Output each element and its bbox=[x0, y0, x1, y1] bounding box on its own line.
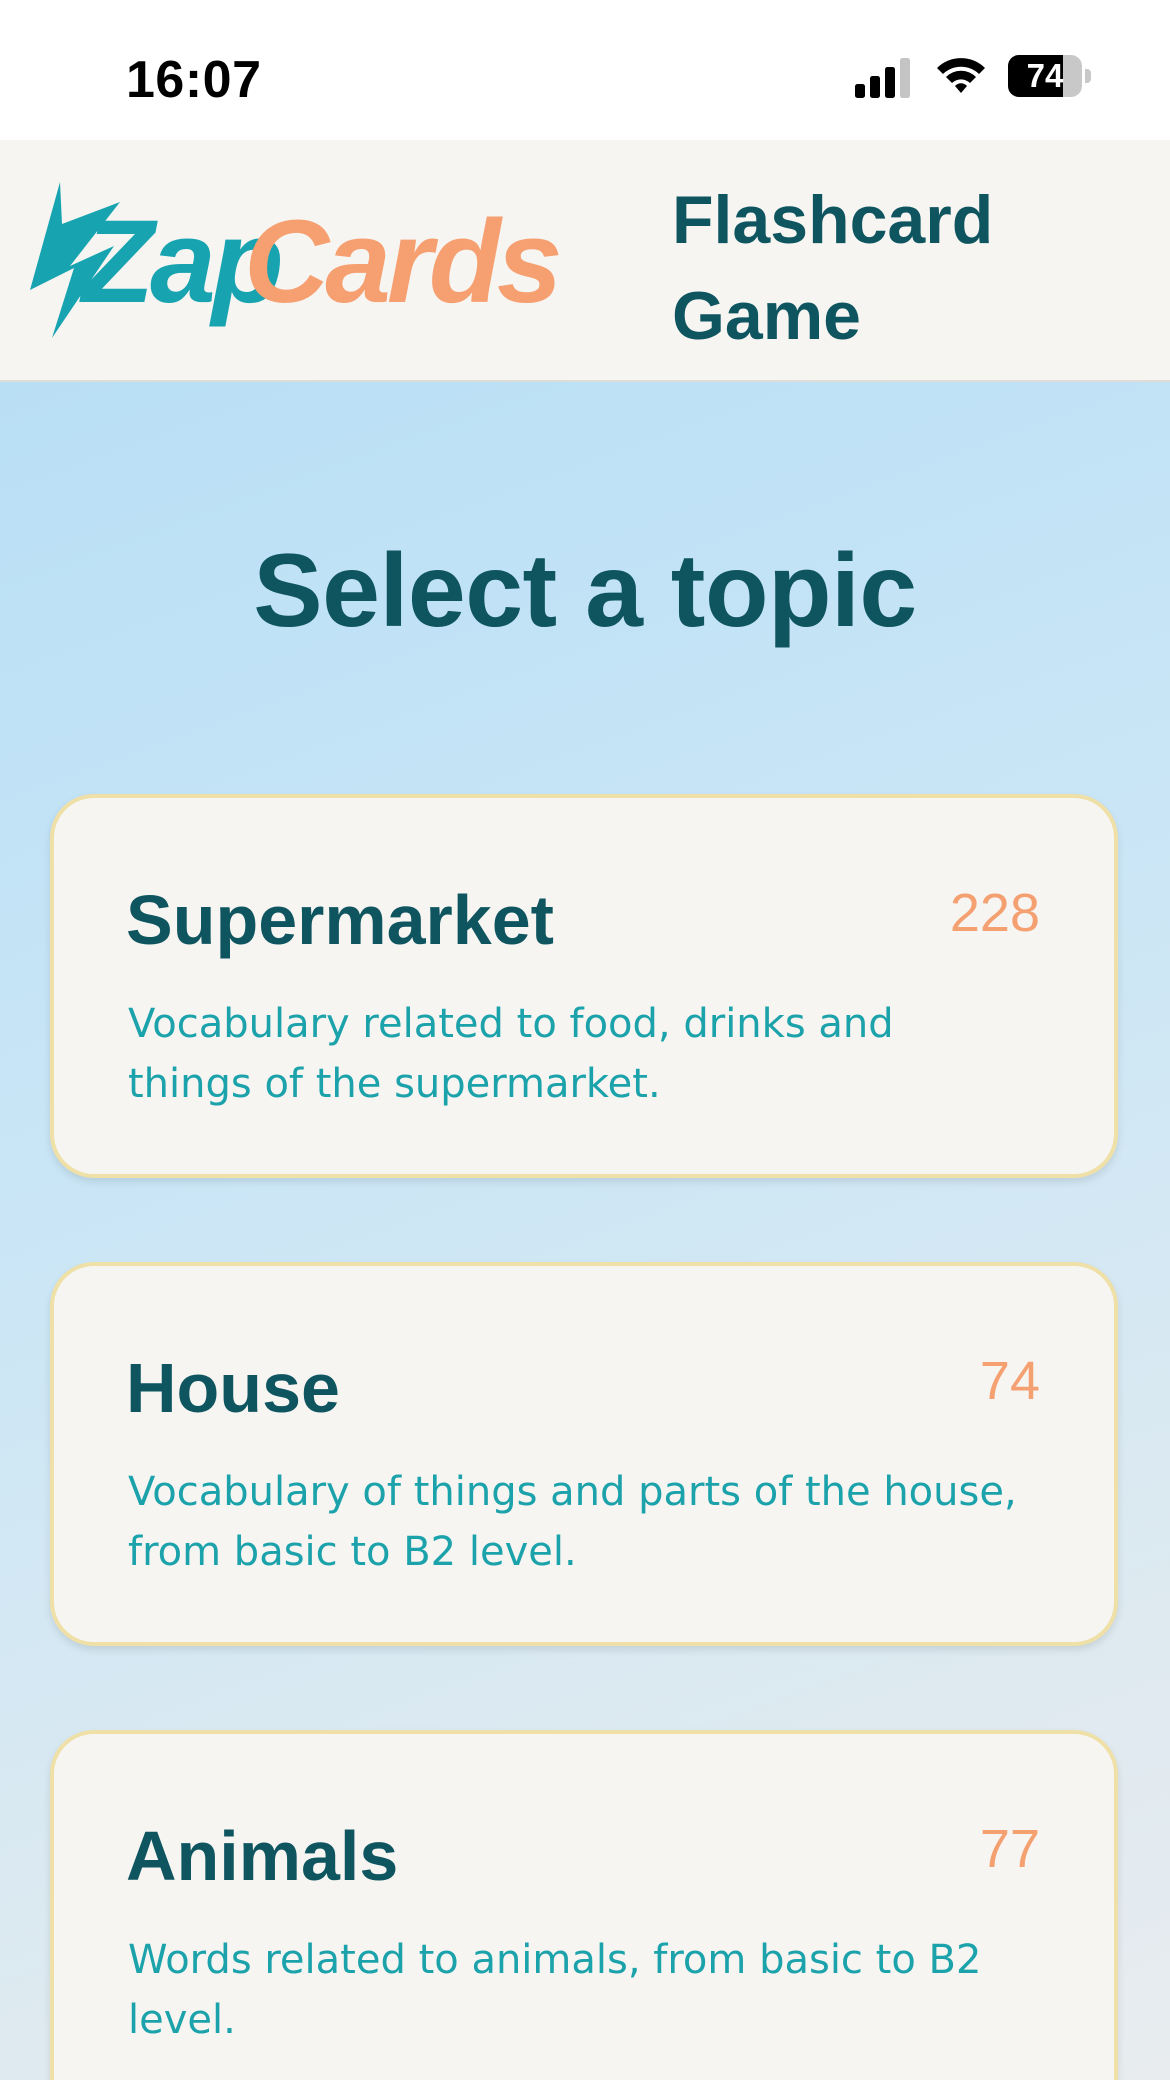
signal-icon bbox=[855, 58, 910, 98]
status-time: 16:07 bbox=[126, 51, 262, 109]
page-title: Select a topic bbox=[253, 533, 917, 649]
header-title: Flashcard Game bbox=[672, 182, 994, 354]
topic-description: Vocabulary of things and parts of the ho… bbox=[128, 1469, 1017, 1575]
wifi-icon bbox=[937, 58, 985, 93]
topic-card-supermarket[interactable]: Supermarket 228 Vocabulary related to fo… bbox=[50, 794, 1118, 1178]
battery-percentage: 74 bbox=[1026, 57, 1064, 94]
topic-title: Animals bbox=[126, 1817, 399, 1895]
topic-card-count: 77 bbox=[979, 1819, 1040, 1879]
battery-icon: 74 bbox=[1008, 55, 1091, 97]
topic-card-animals[interactable]: Animals 77 Words related to animals, fro… bbox=[50, 1730, 1118, 2080]
topic-card-house[interactable]: House 74 Vocabulary of things and parts … bbox=[50, 1262, 1118, 1646]
status-bar: 16:07 74 bbox=[0, 0, 1170, 140]
topic-description: Vocabulary related to food, drinks and t… bbox=[128, 1001, 894, 1107]
main-content[interactable]: Select a topic Supermarket 228 Vocabular… bbox=[0, 382, 1170, 2080]
topic-card-count: 228 bbox=[949, 883, 1040, 943]
zapcards-logo[interactable]: Zap Cards bbox=[22, 180, 562, 340]
topic-card-count: 74 bbox=[979, 1351, 1040, 1411]
app-header: Zap Cards Flashcard Game bbox=[0, 140, 1170, 382]
logo-text-cards: Cards bbox=[244, 196, 559, 328]
topic-title: Supermarket bbox=[126, 881, 554, 959]
topic-title: House bbox=[126, 1349, 340, 1427]
battery-tip bbox=[1085, 69, 1091, 83]
battery-body: 74 bbox=[1008, 55, 1082, 97]
topic-description: Words related to animals, from basic to … bbox=[128, 1937, 982, 2043]
